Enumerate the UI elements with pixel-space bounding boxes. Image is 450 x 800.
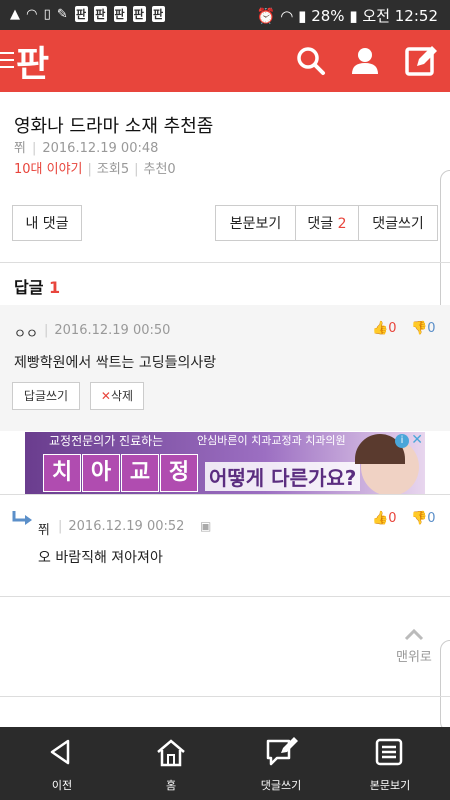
app-notification-icon: 판 [74,6,89,22]
app-logo[interactable]: 판 [16,35,49,87]
ad-banner[interactable]: 교정전문의가 진료하는 안심바른이 치과교정과 치과의원 치 아 교 정 어떻게… [25,432,425,494]
reply-button[interactable]: 답글쓰기 [12,382,80,410]
ad-big-char: 아 [82,454,120,492]
divider [0,596,450,597]
nav-write-comment[interactable]: 댓글쓰기 [225,727,337,800]
comment-write-icon [266,737,298,766]
clock: 오전 12:52 [362,7,438,25]
phone-icon: ▯ [43,7,52,22]
ad-big-char: 교 [121,454,159,492]
comment-datetime: | 2016.12.19 00:52 [58,519,185,534]
downvote-count: 0 [427,511,436,526]
search-icon[interactable] [294,44,328,78]
status-notifications: ▲ ◠ ▯ ✎ 판 판 판 판 판 [10,6,166,22]
nav-back[interactable]: 이전 [6,727,118,800]
upvote-button[interactable]: 👍0 [372,511,396,526]
ad-line1: 교정전문의가 진료하는 [49,434,164,448]
comments-label: 댓글 [307,216,334,232]
post-board-link[interactable]: 10대 이야기 [14,162,83,177]
view-original-button[interactable]: 본문보기 [215,205,296,241]
bottom-nav: 이전 홈 댓글쓰기 본문보기 [0,727,450,800]
reply-arrow-icon [12,511,32,525]
chevron-up-icon [404,628,423,641]
my-comments-button[interactable]: 내 댓글 [12,205,82,241]
back-icon [50,739,70,765]
signal-icon: ▲ [10,7,21,22]
app-notification-icon: 판 [152,6,166,22]
divider [0,262,450,263]
comment-text: 오 바람직해 져아져아 [38,550,163,566]
downvote-count: 0 [427,321,436,336]
downvote-button[interactable]: 👎0 [411,321,435,336]
recommend-count: 0 [167,162,176,177]
post-title: 영화나 드라마 소재 추천좀 [14,116,214,137]
nav-home[interactable]: 홈 [115,727,227,800]
cell-signal-icon: ▮ [298,7,307,25]
upvote-button[interactable]: 👍0 [372,321,396,336]
wrench-icon: ✎ [56,7,69,22]
nav-label: 이전 [51,779,73,792]
battery-icon: ▮ [349,7,358,25]
app-notification-icon: 판 [94,6,108,22]
comment-item: ㅇㅇ | 2016.12.19 00:50 👍0 👎0 제빵학원에서 싹트는 고딩… [0,305,450,431]
post-datetime: 2016.12.19 00:48 [42,141,159,156]
battery-percent: 28% [311,7,345,25]
thumbs-down-icon: 👎 [411,321,428,336]
alarm-icon: ⏰ [256,7,276,25]
app-header: 판 [0,30,450,92]
divider [0,696,450,697]
thumbs-down-icon: 👎 [411,511,428,526]
nav-label: 댓글쓰기 [260,779,302,792]
comment-author[interactable]: 쮜 [38,519,50,538]
thumbs-up-icon: 👍 [372,511,389,526]
views-label: 조회 [96,162,121,177]
comment-datetime: | 2016.12.19 00:50 [44,323,171,338]
nav-label: 홈 [165,779,177,792]
ad-question: 어떻게 다른가요? [205,462,361,491]
close-icon: ✕ [100,389,111,403]
write-icon[interactable] [404,44,438,78]
ad-big-char: 정 [160,454,198,492]
thumbs-up-icon: 👍 [372,321,389,336]
post-stats: 10대 이야기 | 조회5 | 추천0 [14,162,176,177]
post-author[interactable]: 쮜 [14,141,26,156]
scroll-top-button[interactable]: 맨위로 [396,628,432,665]
downvote-button[interactable]: 👎0 [411,511,435,526]
document-icon [375,738,403,766]
wifi-icon: ◠ [26,7,39,22]
replies-count: 1 [49,278,61,297]
ad-line2: 안심바른이 치과교정과 치과의원 [197,434,346,447]
comment-author[interactable]: ㅇㅇ [14,323,38,342]
recommend-label: 추천 [143,162,168,177]
delete-button[interactable]: ✕삭제 [90,382,144,410]
status-bar: ▲ ◠ ▯ ✎ 판 판 판 판 판 ⏰ ◠ ▮ 28% ▮ 오전 12:52 [0,0,450,30]
replies-label: 답글 [14,278,44,297]
status-system: ⏰ ◠ ▮ 28% ▮ 오전 12:52 [257,5,438,26]
post-meta: 쮜 | 2016.12.19 00:48 [14,141,159,156]
scroll-edge [440,640,450,732]
wifi-signal-icon: ◠ [280,7,294,25]
nav-view-original[interactable]: 본문보기 [334,727,446,800]
replies-heading: 답글 1 [14,274,60,298]
write-comment-button[interactable]: 댓글쓰기 [358,205,438,241]
home-icon [157,739,185,767]
comment-item: 쮜 | 2016.12.19 00:52 ▣ 👍0 👎0 오 바람직해 져아져아 [0,495,450,595]
delete-label: 삭제 [110,389,134,403]
comments-count: 2 [337,216,347,232]
menu-icon[interactable] [0,52,14,73]
ad-close-icon[interactable]: ✕ [411,432,423,448]
ad-info-icon[interactable]: i [395,434,409,448]
upvote-count: 0 [388,321,397,336]
app-notification-icon: 판 [113,6,127,22]
views-count: 5 [120,162,130,177]
nav-label: 본문보기 [369,779,411,792]
comment-text: 제빵학원에서 싹트는 고딩들의사랑 [14,355,217,371]
app-notification-icon: 판 [132,6,146,22]
scroll-top-label: 맨위로 [396,650,432,665]
user-icon[interactable] [348,44,382,78]
lock-icon: ▣ [200,519,212,533]
comments-tab-button[interactable]: 댓글 2 [295,205,359,241]
ad-big-char: 치 [43,454,81,492]
upvote-count: 0 [388,511,397,526]
